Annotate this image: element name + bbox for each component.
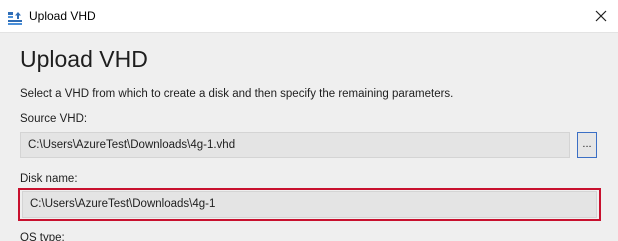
close-button[interactable]	[584, 3, 618, 32]
dialog-content: Upload VHD Select a VHD from which to cr…	[0, 33, 618, 241]
highlight-annotation	[18, 188, 601, 221]
browse-button[interactable]: ...	[577, 132, 597, 158]
os-type-label: OS type:	[20, 232, 65, 241]
page-title: Upload VHD	[20, 46, 148, 72]
source-vhd-label: Source VHD:	[20, 113, 88, 125]
title-bar: Upload VHD	[0, 3, 618, 33]
upload-vhd-icon	[7, 10, 23, 26]
upload-vhd-dialog: Upload VHD Upload VHD Select a VHD from …	[0, 0, 618, 241]
disk-name-label: Disk name:	[20, 173, 78, 185]
description-text: Select a VHD from which to create a disk…	[20, 88, 454, 100]
source-vhd-field[interactable]: C:\Users\AzureTest\Downloads\4g-1.vhd	[20, 132, 570, 158]
close-icon	[595, 9, 607, 27]
window-title: Upload VHD	[29, 9, 96, 23]
